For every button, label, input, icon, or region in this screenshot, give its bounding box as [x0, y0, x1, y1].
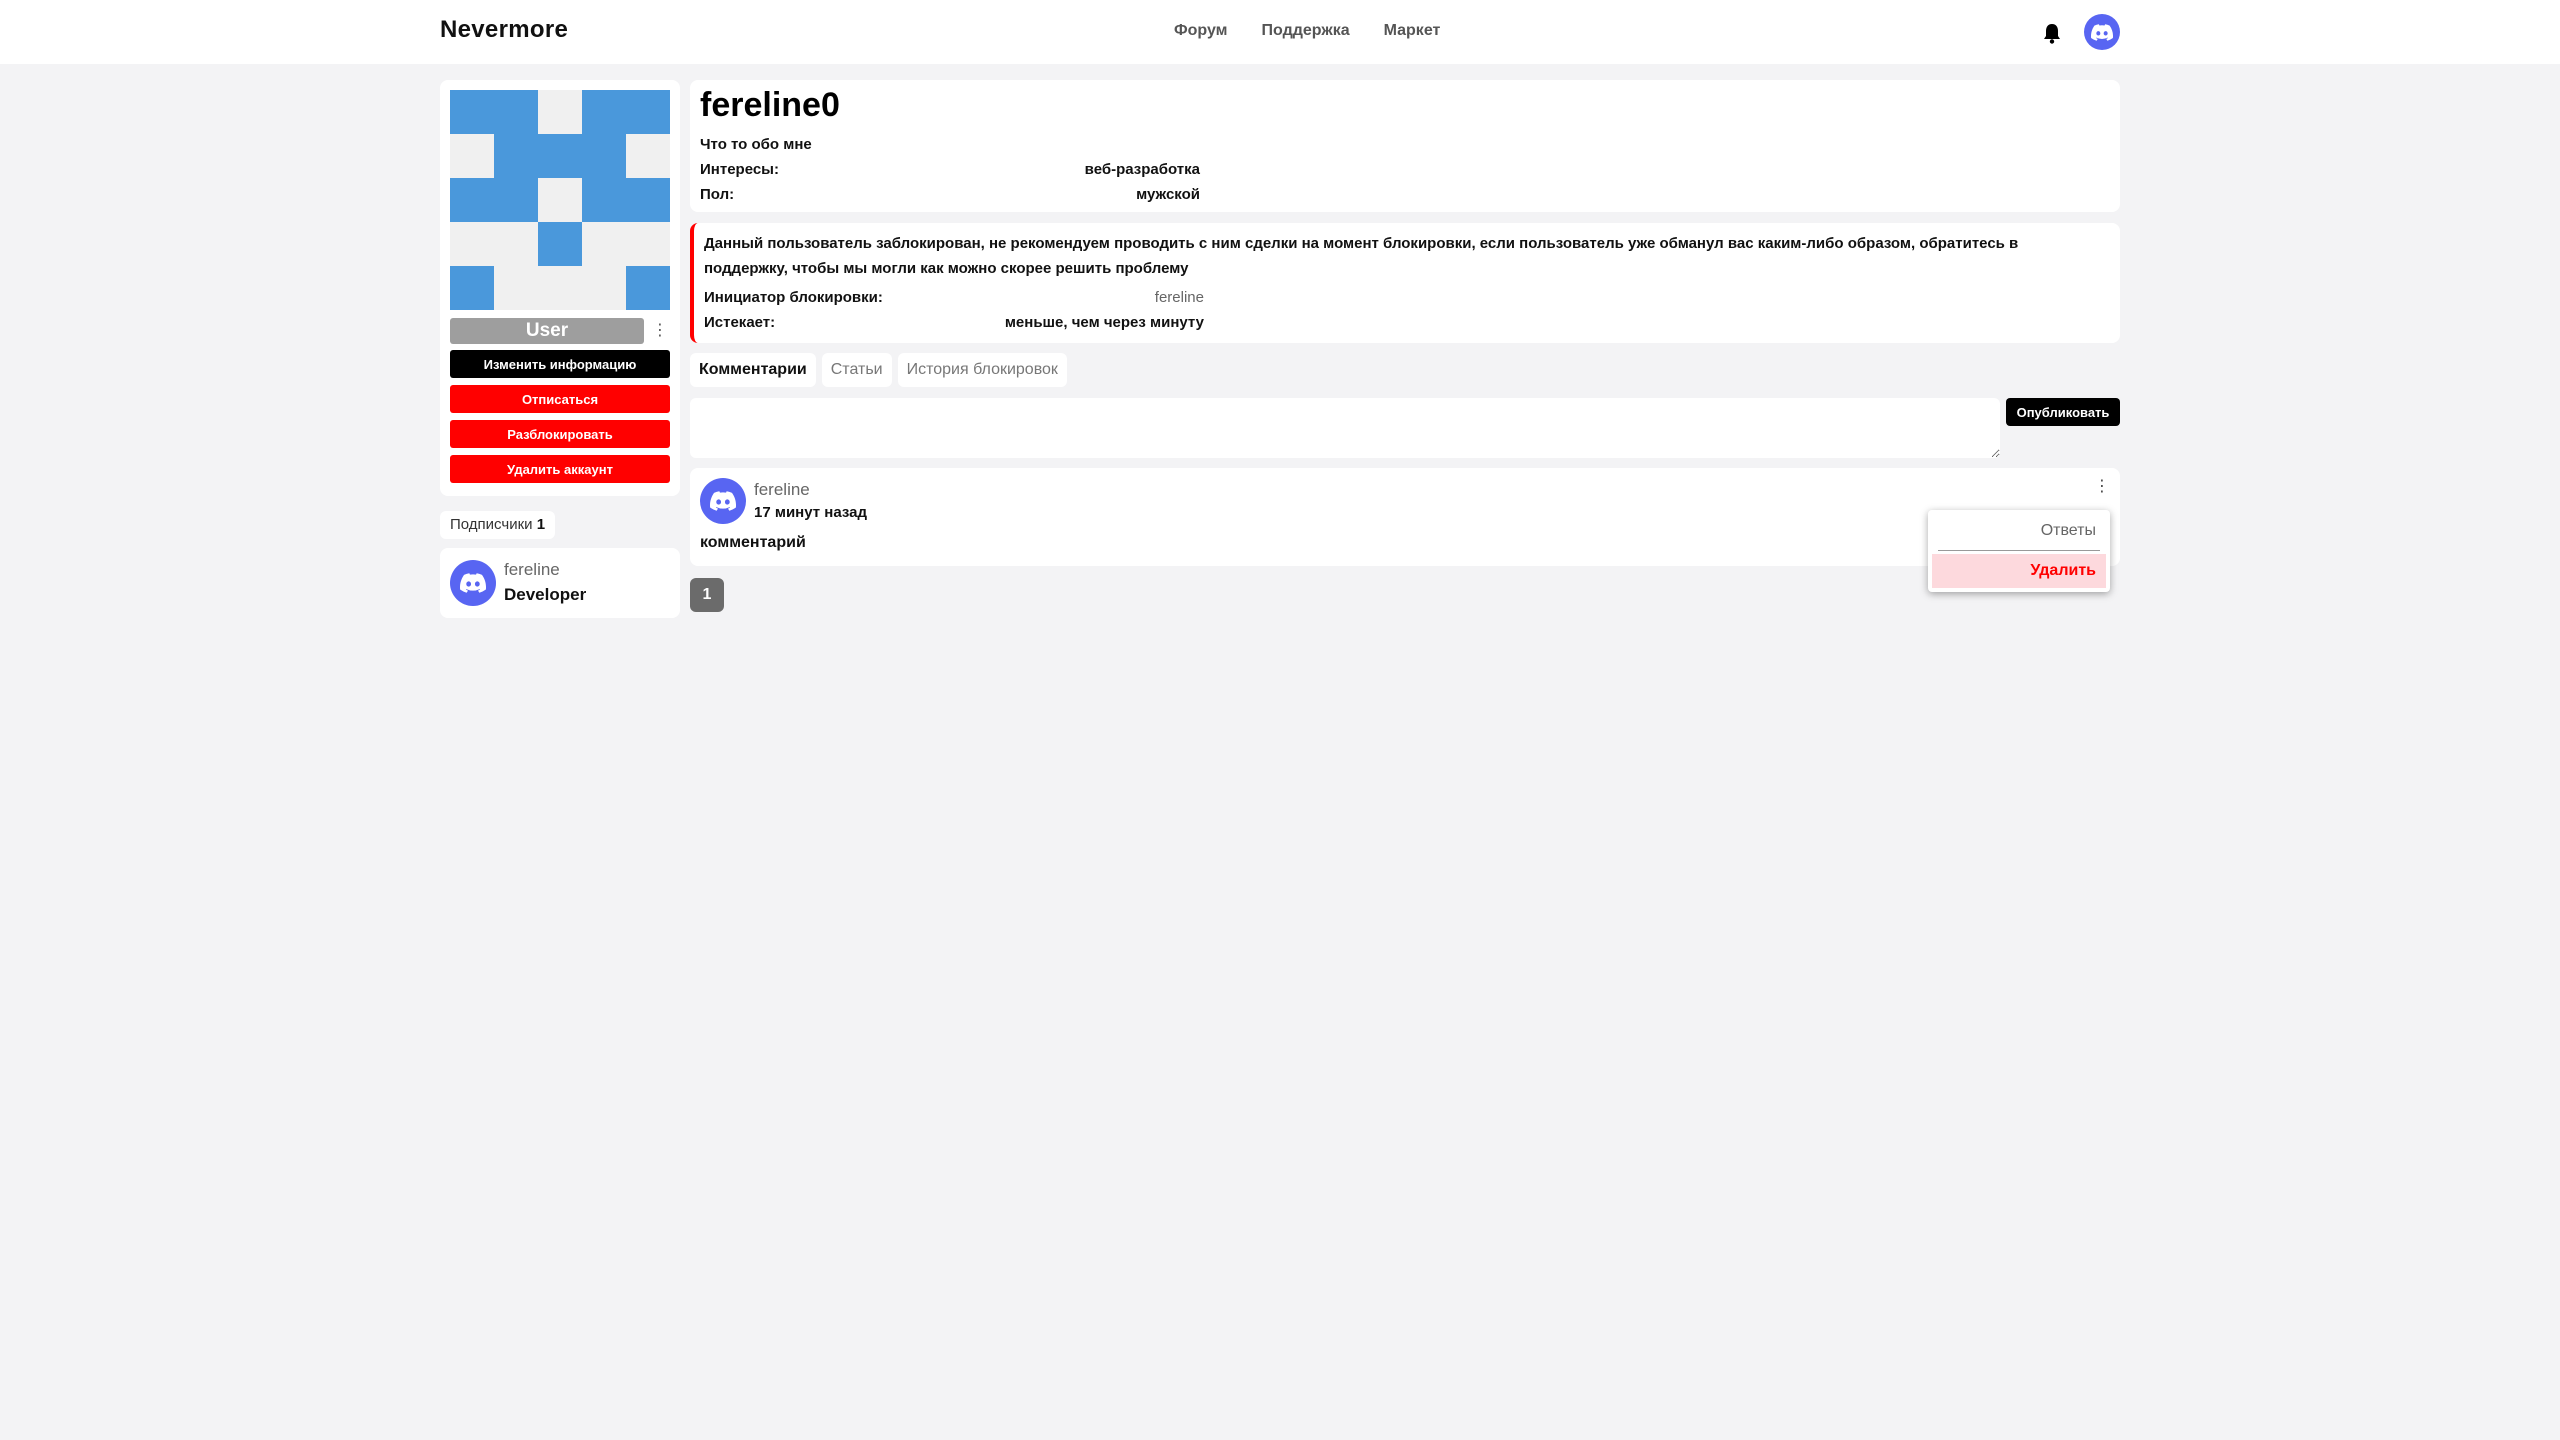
- comment-input[interactable]: [690, 398, 2000, 458]
- comment-more-icon[interactable]: ⋮: [2094, 476, 2110, 498]
- ban-expires-value: меньше, чем через минуту: [1004, 314, 1204, 331]
- subscriber-role: Developer: [504, 585, 587, 604]
- gender-value: мужской: [1136, 186, 1200, 203]
- top-header: Nevermore Форум Поддержка Маркет: [0, 0, 2560, 64]
- brand-logo[interactable]: Nevermore: [440, 16, 568, 44]
- unsubscribe-button[interactable]: Отписаться: [450, 385, 670, 413]
- menu-item-delete[interactable]: Удалить: [1932, 554, 2106, 588]
- profile-identicon-avatar: [450, 90, 670, 310]
- edit-info-button[interactable]: Изменить информацию: [450, 350, 670, 378]
- comment-author[interactable]: fereline: [754, 480, 810, 500]
- main-nav: Форум Поддержка Маркет: [1174, 22, 1440, 40]
- comment-item: fereline 17 минут назад комментарий ⋮: [690, 468, 2120, 566]
- comment-text: комментарий: [700, 534, 806, 551]
- nav-forum-link[interactable]: Форум: [1174, 22, 1228, 40]
- about-text: Что то обо мне: [700, 136, 812, 153]
- delete-account-button[interactable]: Удалить аккаунт: [450, 455, 670, 483]
- role-badge: User: [450, 318, 644, 344]
- subscribers-label: Подписчики 1: [440, 511, 556, 539]
- ban-notice: Данный пользователь заблокирован, не рек…: [690, 223, 2120, 343]
- publish-button[interactable]: Опубликовать: [2006, 398, 2120, 426]
- tab-ban-history[interactable]: История блокировок: [897, 353, 1067, 387]
- tab-comments[interactable]: Комментарии: [690, 353, 816, 387]
- menu-divider: [1938, 550, 2100, 551]
- subscriber-name[interactable]: fereline: [504, 560, 560, 580]
- ban-message: Данный пользователь заблокирован, не рек…: [704, 235, 2019, 277]
- subscribers-label-text: Подписчики: [450, 516, 533, 533]
- subscriber-avatar-discord-icon: [450, 560, 496, 606]
- profile-username: fereline0: [700, 86, 840, 124]
- comment-actions-menu: Ответы Удалить: [1928, 510, 2110, 592]
- user-info-card: fereline0 Что то обо мне Интересы: веб-р…: [690, 80, 2120, 212]
- unban-button[interactable]: Разблокировать: [450, 420, 670, 448]
- profile-tabs: Комментарии Статьи История блокировок: [690, 353, 1067, 387]
- nav-market-link[interactable]: Маркет: [1384, 22, 1441, 40]
- nav-support-link[interactable]: Поддержка: [1262, 22, 1350, 40]
- profile-more-icon[interactable]: ⋮: [652, 320, 668, 342]
- comment-author-avatar-discord-icon[interactable]: [700, 478, 746, 524]
- profile-card: User ⋮ Изменить информацию Отписаться Ра…: [440, 80, 680, 496]
- interests-value: веб-разработка: [1084, 161, 1200, 178]
- comment-timestamp: 17 минут назад: [754, 504, 867, 521]
- notifications-bell-icon[interactable]: [2042, 22, 2062, 44]
- tab-articles[interactable]: Статьи: [821, 353, 892, 387]
- subscribers-count: 1: [536, 516, 546, 533]
- user-avatar-discord-icon[interactable]: [2084, 14, 2120, 50]
- ban-initiator-value[interactable]: fereline: [694, 289, 1204, 306]
- subscriber-item[interactable]: fereline Developer: [440, 548, 680, 618]
- menu-item-replies[interactable]: Ответы: [1932, 514, 2106, 548]
- pagination-page-button[interactable]: 1: [690, 578, 724, 612]
